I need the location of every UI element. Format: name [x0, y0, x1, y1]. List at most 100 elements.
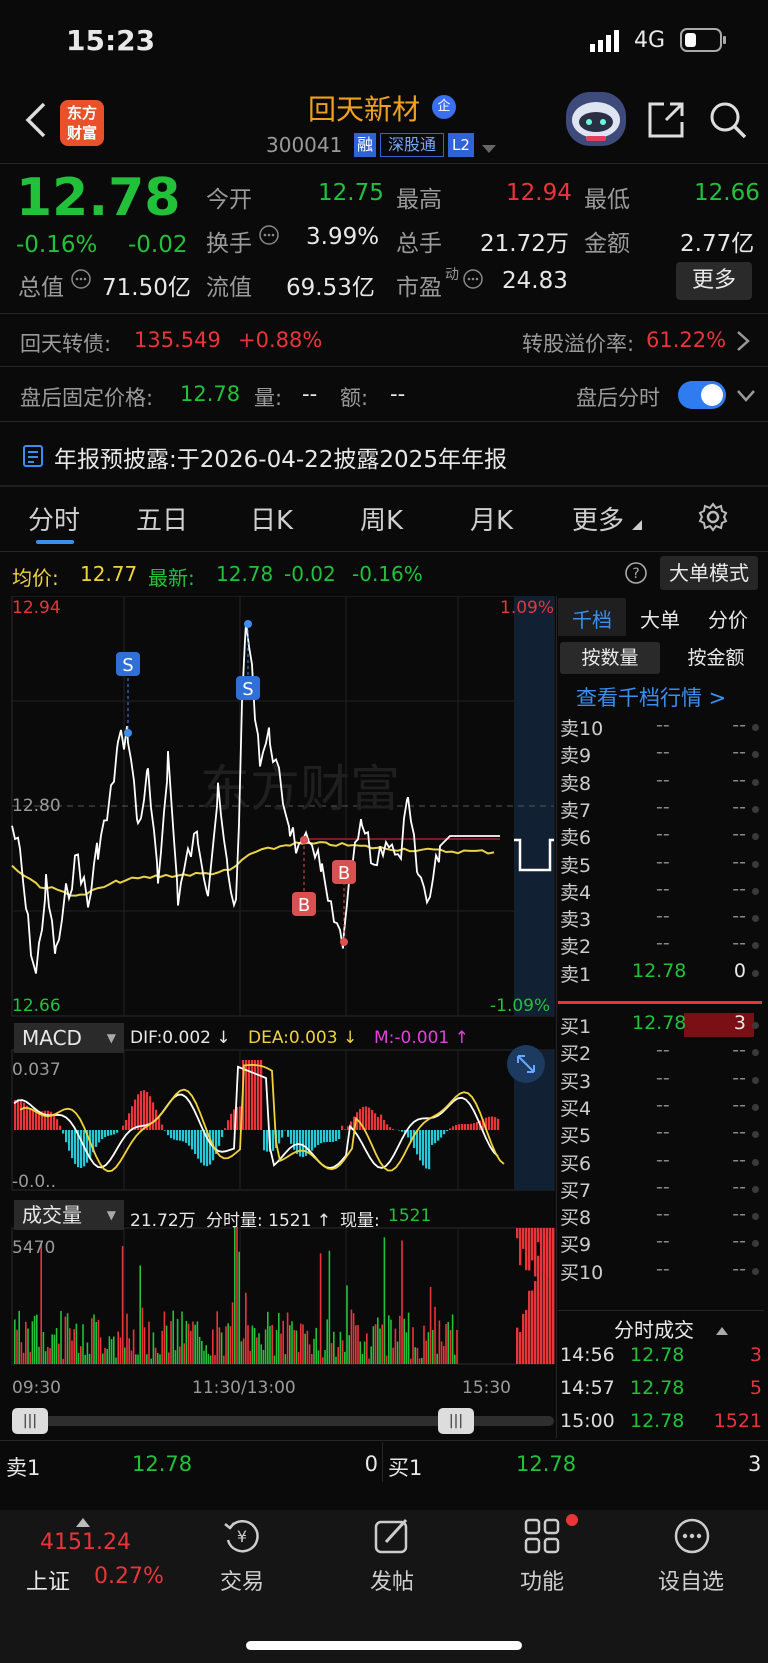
chevron-down-icon[interactable] [736, 388, 756, 407]
tab-day-k[interactable]: 日K [250, 500, 293, 537]
tag-l2: L2 [448, 133, 474, 157]
sell-level-price: -- [656, 850, 670, 873]
level-dot [752, 969, 759, 977]
tab-more[interactable]: 更多 [572, 500, 624, 537]
sell-signal-label: S [242, 679, 253, 700]
view-depth-link[interactable]: 查看千档行情 > [576, 682, 726, 712]
bottom-sell1-label: 卖1 [6, 1456, 41, 1480]
sell-level-label: 卖8 [560, 772, 592, 795]
bond-name[interactable]: 回天转债: [20, 328, 111, 358]
after-hours-price: 12.78 [180, 382, 241, 406]
trade-row: 15:00 12.78 1521 [560, 1410, 764, 1437]
nav-features[interactable]: 功能 [520, 1564, 564, 1596]
buy-level-label: 买9 [560, 1234, 592, 1257]
buy-level-price: -- [656, 1121, 670, 1144]
sell-row: 卖3 -- -- [560, 905, 760, 932]
after-vol-value: -- [302, 382, 318, 406]
trades-collapse-icon[interactable] [716, 1320, 728, 1339]
more-info-icon[interactable] [70, 268, 92, 294]
search-icon[interactable] [708, 100, 748, 144]
index-pct[interactable]: 0.27% [94, 1564, 164, 1589]
macd-axis-bottom: -0.0.. [12, 1172, 56, 1192]
after-amt-label: 额: [340, 386, 369, 410]
buy-level-volume: 3 [733, 1012, 746, 1034]
high-label: 最高 [396, 187, 442, 213]
status-time: 15:23 [66, 24, 156, 57]
share-icon[interactable] [646, 100, 686, 144]
tab-week-k[interactable]: 周K [360, 500, 403, 537]
help-icon[interactable]: ? [624, 561, 648, 589]
sell-level-volume: -- [732, 932, 746, 955]
buy-row: 买7 -- -- [560, 1176, 760, 1203]
assistant-avatar-icon[interactable] [566, 92, 626, 146]
volume-axis-top: 5470 [12, 1238, 56, 1258]
svg-text:¥: ¥ [237, 1527, 247, 1546]
by-quantity-button[interactable]: 按数量 [560, 642, 660, 674]
trade-row: 14:57 12.78 5 [560, 1377, 764, 1404]
range-slider-left-handle[interactable]: ||| [12, 1408, 48, 1434]
after-hours-switch-label: 盘后分时 [576, 386, 660, 410]
big-order-mode-button[interactable]: 大单模式 [660, 556, 758, 590]
range-slider-right-handle[interactable]: ||| [438, 1408, 474, 1434]
trade-icon[interactable]: ¥ [222, 1516, 262, 1560]
watchlist-icon[interactable] [672, 1516, 712, 1560]
open-label: 今开 [206, 187, 252, 213]
sell-level-price: -- [656, 877, 670, 900]
premium-label: 转股溢价率: [522, 332, 635, 356]
macd-axis-top: 0.037 [12, 1060, 61, 1080]
after-hours-toggle[interactable] [678, 381, 726, 409]
time-axis-end: 15:30 [462, 1378, 511, 1398]
features-icon[interactable] [522, 1516, 562, 1560]
buy-row: 买1 12.78 3 [560, 1012, 760, 1039]
tab-intraday[interactable]: 分时 [28, 500, 80, 537]
tag-shengutong: 深股通 [380, 133, 444, 157]
macd-indicator-select[interactable]: MACD ▼ [14, 1023, 124, 1053]
volume-indicator-select[interactable]: 成交量 ▼ [14, 1200, 124, 1230]
post-icon[interactable] [372, 1516, 412, 1560]
orderbook-tab-depth[interactable]: 千档 [572, 604, 612, 633]
settings-gear-icon[interactable] [698, 502, 728, 536]
intraday-chart[interactable]: 东方财富 S S B B [0, 596, 556, 1412]
sell-level-volume: -- [732, 905, 746, 928]
trade-volume: 5 [749, 1377, 762, 1399]
last-price: 12.78 [16, 168, 181, 228]
buy-level-label: 买4 [560, 1097, 592, 1120]
tab-five-day[interactable]: 五日 [136, 500, 188, 537]
index-expand-icon[interactable] [76, 1512, 90, 1531]
signal-icon [590, 30, 620, 56]
sell-level-price: -- [656, 741, 670, 764]
code-dropdown-icon[interactable] [482, 140, 496, 159]
report-notice-text[interactable]: 年报预披露:于2026-04-22披露2025年年报 [54, 440, 507, 474]
level-dot [752, 1022, 759, 1029]
bottom-buy1-label: 买1 [388, 1456, 423, 1480]
orderbook-tab-price[interactable]: 分价 [708, 604, 748, 633]
buy-signal-label: B [338, 863, 350, 884]
notification-dot [566, 1514, 578, 1526]
nav-add-watchlist[interactable]: 设自选 [658, 1564, 724, 1596]
index-name[interactable]: 上证 [26, 1564, 70, 1596]
buy-signal-label: B [298, 895, 310, 916]
sell-level-label: 卖7 [560, 799, 592, 822]
bond-pct: +0.88% [238, 328, 323, 352]
more-info-icon[interactable] [258, 224, 280, 250]
low-value: 12.66 [694, 180, 760, 206]
nav-post[interactable]: 发帖 [370, 1564, 414, 1596]
sell-row: 卖8 -- -- [560, 769, 760, 796]
more-info-icon[interactable] [462, 268, 484, 294]
report-notice-icon [22, 444, 44, 472]
by-amount-button[interactable]: 按金额 [668, 642, 764, 674]
macd-dea: DEA:0.003 ↓ [248, 1028, 358, 1048]
back-icon[interactable] [24, 100, 48, 144]
sell-level-volume: 0 [733, 959, 746, 982]
chevron-right-icon[interactable] [736, 330, 750, 356]
high-value: 12.94 [506, 180, 572, 206]
nav-trade[interactable]: 交易 [220, 1564, 264, 1596]
more-button[interactable]: 更多 [676, 262, 752, 300]
sell-level-volume: -- [732, 877, 746, 900]
buy-level-volume: -- [732, 1066, 746, 1089]
macd-dif: DIF:0.002 ↓ [130, 1028, 231, 1048]
index-value[interactable]: 4151.24 [40, 1530, 131, 1555]
orderbook-tab-bigorder[interactable]: 大单 [640, 604, 680, 633]
tab-month-k[interactable]: 月K [470, 500, 513, 537]
sell-level-price: 12.78 [632, 959, 687, 982]
